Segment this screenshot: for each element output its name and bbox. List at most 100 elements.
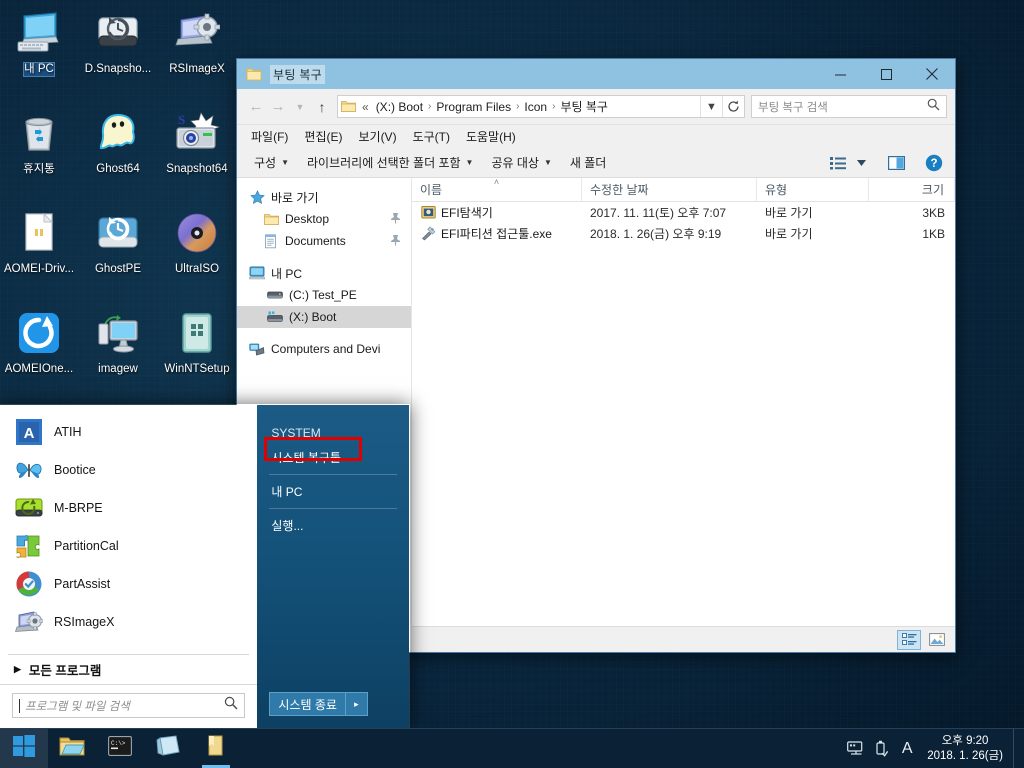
menu-edit[interactable]: 편집(E) — [296, 126, 350, 147]
taskbar-item-file-explorer[interactable] — [48, 729, 96, 768]
column-header-name[interactable]: ˄ 이름 — [412, 176, 582, 202]
menu-help[interactable]: 도움말(H) — [458, 126, 524, 147]
desktop-icon-ghost64[interactable]: Ghost64 — [79, 104, 157, 204]
breadcrumb-item-3[interactable]: 부팅 복구 — [557, 98, 611, 115]
start-menu-item-bootice[interactable]: Bootice — [8, 451, 249, 489]
start-button[interactable] — [0, 728, 48, 768]
nav-item-label: 내 PC — [271, 266, 303, 281]
folder-icon — [263, 211, 279, 227]
recent-locations-button[interactable]: ▼ — [289, 96, 311, 118]
desktop-icon-aomei-driver[interactable]: AOMEI-Driv... — [0, 204, 78, 304]
back-button[interactable]: ← — [245, 96, 267, 118]
breadcrumb-separator[interactable]: › — [514, 101, 521, 112]
details-view-icon[interactable] — [897, 629, 921, 650]
file-size-cell: 1KB — [922, 226, 945, 241]
breadcrumb-item-1[interactable]: Program Files — [433, 100, 514, 114]
taskbar-item-command-prompt[interactable]: C:\> — [96, 729, 144, 768]
breadcrumb-overflow[interactable]: « — [359, 100, 373, 114]
column-header-date-modified[interactable]: 수정한 날짜 — [582, 177, 757, 202]
nav-item-my-pc[interactable]: 내 PC — [237, 262, 411, 284]
breadcrumb-item-0[interactable]: (X:) Boot — [373, 100, 426, 114]
show-desktop-button[interactable] — [1013, 728, 1018, 768]
usb-eject-icon[interactable] — [869, 729, 893, 768]
chevron-down-icon: ▼ — [543, 158, 552, 167]
desktop-icon-my-pc[interactable]: 내 PC — [0, 4, 78, 104]
column-header-size[interactable]: 크기 — [869, 177, 955, 202]
refresh-icon[interactable] — [722, 96, 744, 117]
organize-button[interactable]: 구성 ▼ — [245, 150, 298, 175]
start-menu-item-my-pc[interactable]: 내 PC — [257, 478, 409, 505]
document-icon — [15, 209, 63, 257]
start-menu-item-partassist[interactable]: PartAssist — [8, 565, 249, 603]
share-with-button[interactable]: 공유 대상 ▼ — [482, 150, 560, 175]
close-button[interactable] — [909, 59, 955, 89]
desktop-icon-recycle-bin[interactable]: 휴지통 — [0, 104, 78, 204]
breadcrumb-separator[interactable]: › — [426, 101, 433, 112]
column-header-type[interactable]: 유형 — [757, 177, 869, 202]
sort-ascending-icon: ˄ — [493, 176, 500, 187]
file-date-cell: 2017. 11. 11(토) 오후 7:07 — [590, 206, 727, 220]
ime-a-icon[interactable]: A — [895, 729, 919, 768]
breadcrumb-separator[interactable]: › — [550, 101, 557, 112]
search-icon — [927, 98, 940, 116]
breadcrumb-item-2[interactable]: Icon — [521, 100, 550, 114]
maximize-button[interactable] — [863, 59, 909, 89]
clock[interactable]: 오후 9:20 2018. 1. 26(금) — [921, 734, 1011, 764]
desktop-icon-d-snapshot[interactable]: D.Snapsho... — [79, 4, 157, 104]
all-programs-button[interactable]: ▶ 모든 프로그램 — [8, 654, 250, 684]
shutdown-button[interactable]: 시스템 종료 — [269, 692, 346, 716]
nav-item-quick-access[interactable]: 바로 가기 — [237, 186, 411, 208]
desktop-icon-snapshot64[interactable]: S Snapshot64 — [158, 104, 236, 204]
minimize-button[interactable] — [817, 59, 863, 89]
svg-text:A: A — [24, 425, 35, 442]
pin-icon[interactable] — [390, 212, 401, 227]
start-menu-item-system-recovery-tool[interactable]: 시스템 복구툴 — [257, 444, 409, 471]
start-menu-item-atih[interactable]: A ATIH — [8, 413, 249, 451]
start-menu-item-run[interactable]: 실행... — [257, 512, 409, 539]
start-menu-item-partitioncal[interactable]: PartitionCal — [8, 527, 249, 565]
taskbar-item-folder[interactable] — [192, 729, 240, 768]
nav-item-label: Desktop — [285, 212, 330, 226]
desktop-icon-imagew[interactable]: imagew — [79, 304, 157, 404]
search-input[interactable]: 부팅 복구 검색 — [751, 95, 947, 118]
nav-item-drive-x[interactable]: (X:) Boot — [237, 306, 411, 328]
nav-item-computers-and-devices[interactable]: Computers and Devi — [237, 338, 411, 360]
desktop-icon-ultraiso[interactable]: UltraISO — [158, 204, 236, 304]
menu-view[interactable]: 보기(V) — [350, 126, 404, 147]
preview-pane-icon[interactable] — [883, 151, 909, 175]
chevron-down-icon[interactable]: ▼ — [700, 96, 722, 117]
start-menu-search-input[interactable]: 프로그램 및 파일 검색 — [12, 693, 246, 718]
desktop-icon-ghostpe[interactable]: GhostPE — [79, 204, 157, 304]
chevron-down-icon[interactable] — [853, 151, 869, 175]
column-header-label: 크기 — [921, 183, 944, 197]
network-icon[interactable] — [843, 729, 867, 768]
breadcrumb: « (X:) Boot › Program Files › Icon › 부팅 … — [359, 98, 700, 115]
desktop-icon-winntsetup[interactable]: WinNTSetup — [158, 304, 236, 404]
help-icon[interactable]: ? — [921, 151, 947, 175]
window-titlebar[interactable]: 부팅 복구 — [237, 59, 955, 89]
view-mode-buttons — [897, 629, 949, 650]
menu-file[interactable]: 파일(F) — [243, 126, 296, 147]
pin-icon[interactable] — [390, 234, 401, 249]
nav-item-desktop[interactable]: Desktop — [237, 208, 411, 230]
up-button[interactable]: ↑ — [311, 96, 333, 118]
shutdown-options-arrow-icon[interactable]: ▸ — [345, 692, 368, 716]
file-list-header: ˄ 이름 수정한 날짜 유형 크기 — [412, 176, 955, 202]
address-bar[interactable]: « (X:) Boot › Program Files › Icon › 부팅 … — [337, 95, 745, 118]
nav-item-drive-c[interactable]: (C:) Test_PE — [237, 284, 411, 306]
view-options-icon[interactable] — [825, 151, 851, 175]
forward-button[interactable]: → — [267, 96, 289, 118]
desktop-icon-aomei-onekey[interactable]: AOMEIOne... — [0, 304, 78, 404]
table-row[interactable]: EFI파티션 접근툴.exe 2018. 1. 26(금) 오후 9:19 바로… — [412, 223, 955, 244]
start-menu-item-m-brpe[interactable]: M-BRPE — [8, 489, 249, 527]
new-folder-button[interactable]: 새 폴더 — [561, 150, 615, 175]
start-menu-item-rsimagex[interactable]: RSImageX — [8, 603, 249, 641]
nav-item-documents[interactable]: Documents — [237, 230, 411, 252]
menu-tools[interactable]: 도구(T) — [405, 126, 458, 147]
large-icons-view-icon[interactable] — [925, 630, 949, 650]
include-in-library-button[interactable]: 라이브러리에 선택한 폴더 포함 ▼ — [298, 150, 482, 175]
desktop-icon-rsimagex[interactable]: RSImageX — [158, 4, 236, 104]
table-row[interactable]: EFI탐색기 2017. 11. 11(토) 오후 7:07 바로 가기 3KB — [412, 202, 955, 223]
desktop-icon-label: D.Snapsho... — [84, 63, 152, 75]
taskbar-item-notepad[interactable] — [144, 729, 192, 768]
